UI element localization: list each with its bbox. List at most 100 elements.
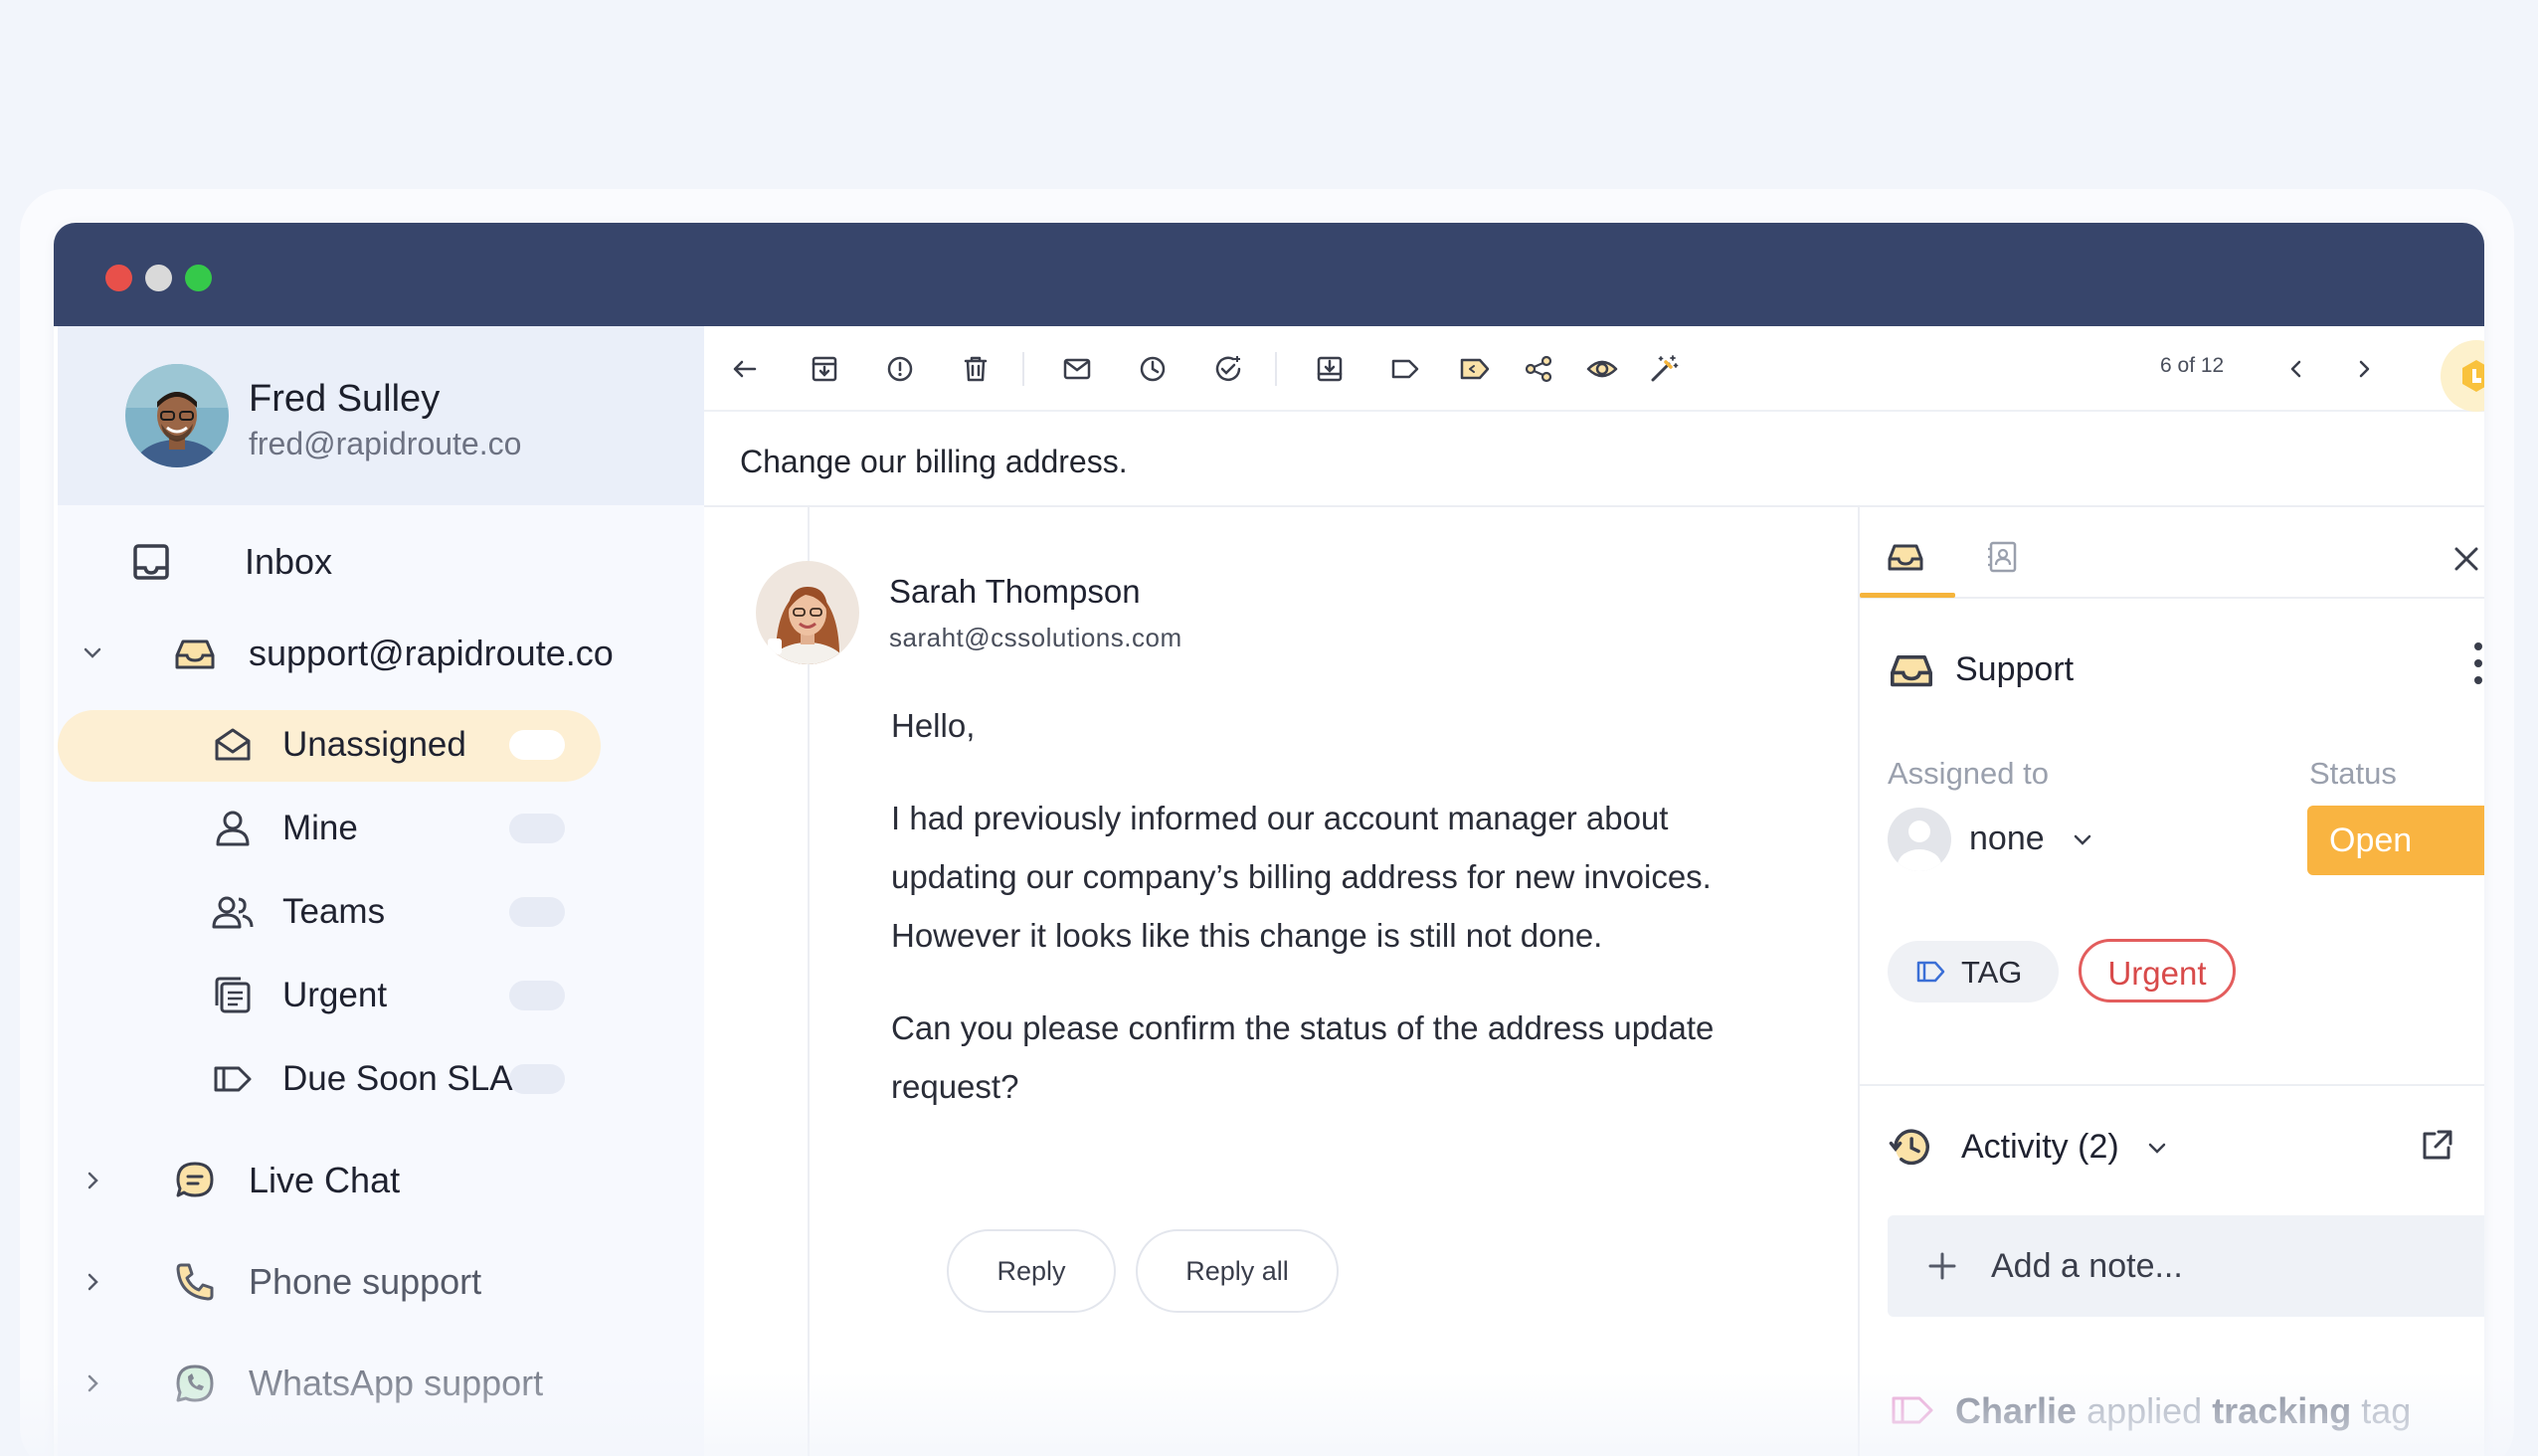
back-button[interactable] xyxy=(726,350,764,388)
tag-add-button[interactable] xyxy=(1456,350,1494,388)
close-panel-button[interactable] xyxy=(2447,539,2484,579)
app-window: Fred Sulley fred@rapidroute.co Inbox sup… xyxy=(54,223,2484,1456)
sidebar-group-whatsapp-support[interactable]: WhatsApp support xyxy=(58,1349,704,1418)
chevron-right-icon[interactable] xyxy=(80,1168,105,1193)
add-task-button[interactable] xyxy=(1209,350,1247,388)
chevron-down-icon xyxy=(2148,1143,2166,1154)
activity-label: Activity (2) xyxy=(1961,1128,2119,1166)
sidebar-item-due-soon-slas[interactable]: Due Soon SLAs xyxy=(58,1044,704,1114)
ai-assist-button[interactable] xyxy=(1645,350,1683,388)
activity-actor: Charlie xyxy=(1955,1390,2078,1431)
count-badge xyxy=(509,814,565,843)
sidebar-item-label: Live Chat xyxy=(249,1160,401,1200)
activity-toggle[interactable]: Activity (2) xyxy=(1961,1128,2170,1167)
next-conversation-button[interactable] xyxy=(2345,350,2383,388)
chevron-right-icon xyxy=(2359,360,2370,378)
sidebar-group-phone-support[interactable]: Phone support xyxy=(58,1247,704,1317)
toolbar-divider xyxy=(1275,352,1277,386)
whatsapp-icon xyxy=(176,1365,214,1402)
sender-avatar[interactable] xyxy=(756,561,859,664)
reply-all-button[interactable]: Reply all xyxy=(1136,1229,1339,1313)
reply-button[interactable]: Reply xyxy=(947,1229,1116,1313)
report-spam-button[interactable] xyxy=(881,350,919,388)
archive-button[interactable] xyxy=(806,350,843,388)
add-tag-button[interactable]: TAG xyxy=(1888,941,2059,1002)
count-badge xyxy=(509,981,565,1010)
open-external-icon[interactable] xyxy=(2417,1126,2456,1166)
more-options-icon[interactable] xyxy=(2468,638,2484,688)
sidebar-item-label: WhatsApp support xyxy=(249,1363,544,1403)
assistant-button[interactable] xyxy=(2441,340,2484,412)
sidebar-item-label: Inbox xyxy=(245,541,333,582)
move-to-button[interactable] xyxy=(1311,350,1349,388)
tab-contact-details[interactable] xyxy=(1983,537,2023,577)
chevron-left-icon xyxy=(2290,360,2301,378)
message-body: Hello, I had previously informed our acc… xyxy=(891,696,1746,1150)
close-window-button[interactable] xyxy=(105,265,132,291)
plus-icon xyxy=(1928,1252,1956,1280)
sidebar-item-label: Urgent xyxy=(282,976,388,1014)
inbox-tray-icon xyxy=(133,544,169,580)
arrow-left-icon xyxy=(733,360,757,378)
count-badge xyxy=(509,897,565,927)
sidebar-item-urgent[interactable]: Urgent xyxy=(58,961,704,1030)
activity-tag-name: tracking xyxy=(2212,1390,2352,1431)
chevron-down-icon[interactable] xyxy=(80,640,105,666)
message-paragraph: Can you please confirm the status of the… xyxy=(891,1009,1715,1105)
sidebar-item-unassigned[interactable]: Unassigned xyxy=(58,710,704,782)
profile-email: fred@rapidroute.co xyxy=(249,426,522,461)
count-badge xyxy=(509,1064,565,1094)
document-stack-icon xyxy=(215,977,251,1013)
snooze-button[interactable] xyxy=(1134,350,1172,388)
chevron-right-icon[interactable] xyxy=(80,1269,105,1295)
urgent-tag[interactable]: Urgent xyxy=(2079,939,2236,1002)
assignee-dropdown[interactable]: none xyxy=(1969,819,2095,858)
sidebar-item-label: Phone support xyxy=(249,1261,482,1302)
add-note-input[interactable]: Add a note... xyxy=(1888,1215,2484,1317)
subject-bar: Change our billing address. xyxy=(704,412,2484,507)
assignee-avatar[interactable] xyxy=(1888,808,1951,871)
inbox-icon xyxy=(1891,655,1932,687)
sender-name: Sarah Thompson xyxy=(889,573,1141,610)
previous-conversation-button[interactable] xyxy=(2277,350,2315,388)
sidebar-item-teams[interactable]: Teams xyxy=(58,877,704,947)
status-dropdown[interactable]: Open xyxy=(2307,806,2484,875)
tab-inbox-details[interactable] xyxy=(1886,537,1925,577)
avatar[interactable] xyxy=(125,364,229,467)
minimize-window-button[interactable] xyxy=(145,265,172,291)
activity-action: applied xyxy=(2086,1390,2203,1431)
message-thread: Sarah Thompson saraht@cssolutions.com He… xyxy=(704,507,1858,1456)
sidebar-item-inbox[interactable]: Inbox xyxy=(58,527,704,597)
assignee-value: none xyxy=(1969,819,2045,857)
sidebar-item-label: Teams xyxy=(282,892,386,931)
active-tab-indicator xyxy=(1860,593,1955,598)
share-button[interactable] xyxy=(1520,350,1557,388)
message-greeting: Hello, xyxy=(891,707,976,744)
tag-icon xyxy=(214,1066,252,1092)
watch-button[interactable] xyxy=(1583,350,1621,388)
users-icon xyxy=(212,896,254,929)
eye-icon xyxy=(1586,360,1618,378)
add-note-placeholder: Add a note... xyxy=(1991,1247,2183,1285)
status-label: Status xyxy=(2309,756,2397,791)
chevron-right-icon[interactable] xyxy=(80,1370,105,1396)
email-subject: Change our billing address. xyxy=(740,444,1128,479)
brand-logo-icon xyxy=(2462,360,2484,392)
activity-entry: Charlie applied tracking tag xyxy=(1955,1390,2411,1432)
delete-button[interactable] xyxy=(957,350,995,388)
maximize-window-button[interactable] xyxy=(185,265,212,291)
sidebar-item-mine[interactable]: Mine xyxy=(58,794,704,863)
profile-header[interactable]: Fred Sulley fred@rapidroute.co xyxy=(58,326,704,505)
label-icon xyxy=(1391,359,1419,379)
sidebar-group-support[interactable]: support@rapidroute.co xyxy=(58,619,704,688)
mark-unread-button[interactable] xyxy=(1058,350,1096,388)
clock-icon xyxy=(1140,356,1166,382)
urgent-tag-label: Urgent xyxy=(2107,955,2207,992)
phone-icon xyxy=(176,1263,214,1301)
label-button[interactable] xyxy=(1386,350,1424,388)
sidebar-group-live-chat[interactable]: Live Chat xyxy=(58,1146,704,1215)
tag-plus-icon xyxy=(1460,358,1490,380)
sidebar: Fred Sulley fred@rapidroute.co Inbox sup… xyxy=(58,326,704,1456)
tag-label: TAG xyxy=(1961,955,2023,990)
magic-wand-icon xyxy=(1651,355,1679,382)
